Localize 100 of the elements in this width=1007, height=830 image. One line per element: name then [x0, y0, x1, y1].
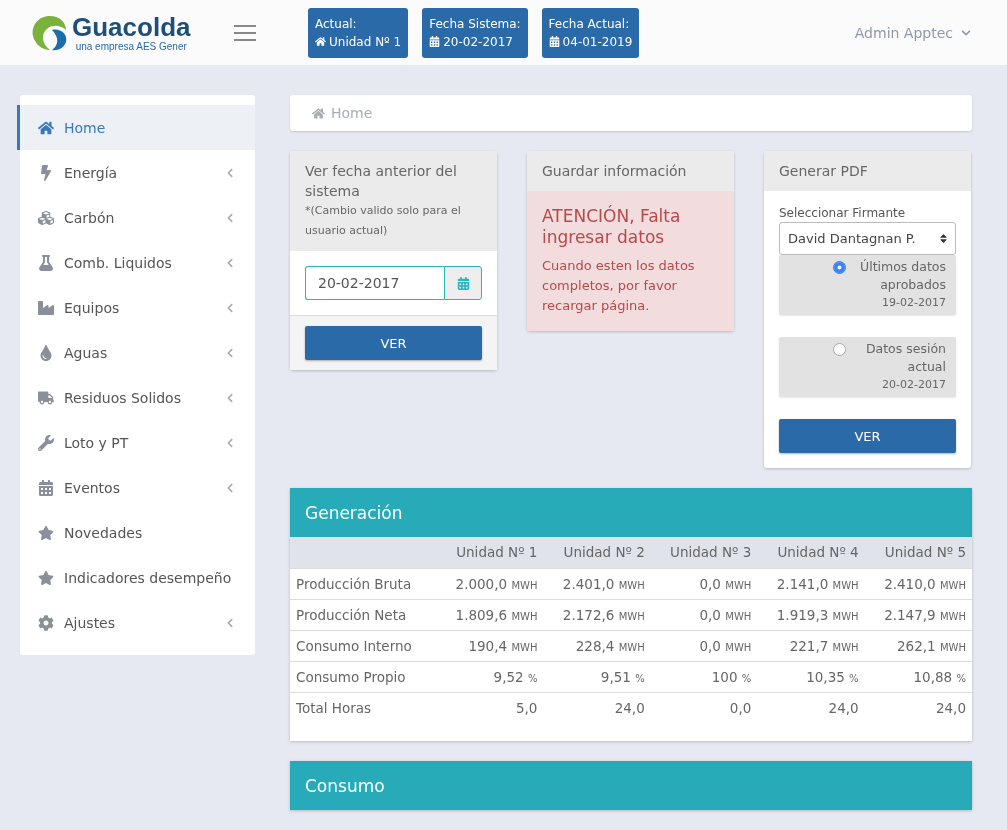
table-cell: 0,0 [650, 692, 758, 723]
table-cell: 24,0 [864, 692, 972, 723]
table-cell: 2.000,0 MWH [436, 568, 544, 599]
sidebar-label: Energía [64, 164, 119, 181]
table-cell: 2.410,0 MWH [864, 568, 972, 599]
table-cell: 9,52 % [436, 661, 544, 692]
badge-value: 20-02-2017 [443, 33, 513, 51]
table-cell: 221,7 MWH [757, 630, 865, 661]
table-cell: Producción Neta [290, 599, 437, 630]
card-title: Generar PDF [779, 162, 869, 181]
sidebar-label: Home [64, 119, 107, 136]
table-cell: 190,4 MWH [436, 630, 544, 661]
badge-label: Fecha Actual: [548, 15, 631, 33]
badge-label: Actual: [315, 15, 358, 33]
table-cell: 100 % [650, 661, 758, 692]
table-cell: 1.809,6 MWH [436, 599, 544, 630]
sidebar-item[interactable]: Eventos [17, 465, 255, 510]
card-title: Ver fecha anterior del sistema [305, 162, 458, 201]
radio-button[interactable] [833, 343, 846, 356]
sidebar-item[interactable]: Comb. Liquidos [17, 240, 255, 285]
table-cell: 228,4 MWH [543, 630, 651, 661]
radio-button[interactable] [833, 261, 846, 274]
sidebar-item[interactable]: Ajustes [17, 600, 255, 645]
ver-button[interactable]: VER [779, 419, 956, 453]
sidebar-item[interactable]: Carbón [17, 195, 255, 240]
badge-label: Fecha Sistema: [429, 15, 521, 33]
table-cell: 262,1 MWH [864, 630, 972, 661]
sidebar-label: Indicadores desempeño [64, 569, 233, 586]
option-date: 20-02-2017 [882, 377, 946, 393]
option-label: Últimos datos aprobados [859, 258, 946, 294]
sidebar-label: Ajustes [64, 614, 117, 631]
panel-title: Consumo [290, 761, 972, 810]
calendar-icon [548, 36, 560, 47]
home-icon [312, 106, 325, 120]
table-cell: Consumo Interno [290, 630, 437, 661]
panel-title: Generación [290, 488, 972, 537]
star-icon [38, 524, 54, 541]
table-cell: 0,0 MWH [650, 599, 758, 630]
menu-button[interactable] [234, 24, 256, 41]
alert-text: Cuando esten los datos completos, por favor recargar página. [542, 257, 696, 315]
alert-title: ATENCIÓN, Falta ingresar datos [542, 206, 682, 248]
table-cell: 5,0 [436, 692, 544, 723]
radio-option[interactable]: Últimos datos aprobados 19-02-2017 [779, 255, 956, 315]
badge-value: 04-01-2019 [562, 33, 633, 51]
sidebar-item[interactable]: Loto y PT [17, 420, 255, 465]
table-header: Unidad Nº 2 [543, 537, 651, 568]
sidebar-label: Residuos Solidos [64, 389, 182, 406]
badge-value: Unidad Nº 1 [329, 33, 402, 51]
sidebar-item[interactable]: Aguas [17, 330, 255, 375]
signer-select[interactable]: David Dantagnan P. [779, 222, 956, 255]
table-cell: 0,0 MWH [650, 630, 758, 661]
option-label: Datos sesión actual [864, 340, 946, 376]
table-cell: 1.919,3 MWH [757, 599, 865, 630]
sidebar-item[interactable]: Equipos [17, 285, 255, 330]
sidebar-item[interactable]: Residuos Solidos [17, 375, 255, 420]
sidebar-label: Equipos [64, 299, 121, 316]
logo-tagline: una empresa AES Gener [75, 41, 187, 52]
wrench-icon [38, 434, 54, 451]
sidebar-item[interactable]: Energía [17, 150, 255, 195]
logo-name: Guacolda [72, 13, 191, 41]
table-cell: Consumo Propio [290, 661, 437, 692]
field-label: Seleccionar Firmante [779, 206, 907, 220]
table-cell: 10,35 % [757, 661, 865, 692]
calendar-icon [38, 479, 54, 496]
star-icon [38, 569, 54, 586]
table-header: Unidad Nº 3 [650, 537, 758, 568]
option-date: 19-02-2017 [882, 295, 946, 311]
sidebar-item[interactable]: Indicadores desempeño [17, 555, 255, 600]
table-cell: 0,0 MWH [650, 568, 758, 599]
bolt-icon [38, 164, 54, 181]
home-icon [315, 36, 326, 47]
table-cell: Total Horas [290, 692, 437, 723]
card-note: *(Cambio valido solo para el usuario actual) [305, 203, 462, 239]
calendar-icon [456, 276, 470, 290]
table-header: Unidad Nº 4 [757, 537, 865, 568]
sidebar-label: Carbón [64, 209, 116, 226]
flask-icon [38, 254, 54, 271]
date-field[interactable]: 20-02-2017 [305, 266, 444, 300]
table-cell: 2.172,6 MWH [543, 599, 651, 630]
factory-icon [38, 299, 54, 316]
sidebar-label: Loto y PT [64, 434, 130, 451]
table-cell: 24,0 [757, 692, 865, 723]
sidebar-label: Eventos [64, 479, 121, 496]
sidebar-item[interactable]: Home [17, 105, 255, 150]
sidebar-label: Comb. Liquidos [64, 254, 173, 271]
table-header: Unidad Nº 1 [436, 537, 544, 568]
calendar-button[interactable] [444, 266, 482, 300]
table-cell: 10,88 % [864, 661, 972, 692]
home-icon [38, 119, 54, 136]
sidebar-item[interactable]: Novedades [17, 510, 255, 555]
ver-button[interactable]: VER [305, 326, 482, 360]
calendar-icon [429, 36, 441, 47]
table-cell: 2.401,0 MWH [543, 568, 651, 599]
settings-icon [38, 614, 54, 631]
sidebar-label: Novedades [64, 524, 144, 541]
card-title: Guardar información [542, 162, 688, 181]
radio-option[interactable]: Datos sesión actual 20-02-2017 [779, 337, 956, 397]
truck-icon [38, 389, 54, 406]
table-cell: Producción Bruta [290, 568, 437, 599]
drop-icon [38, 344, 54, 361]
